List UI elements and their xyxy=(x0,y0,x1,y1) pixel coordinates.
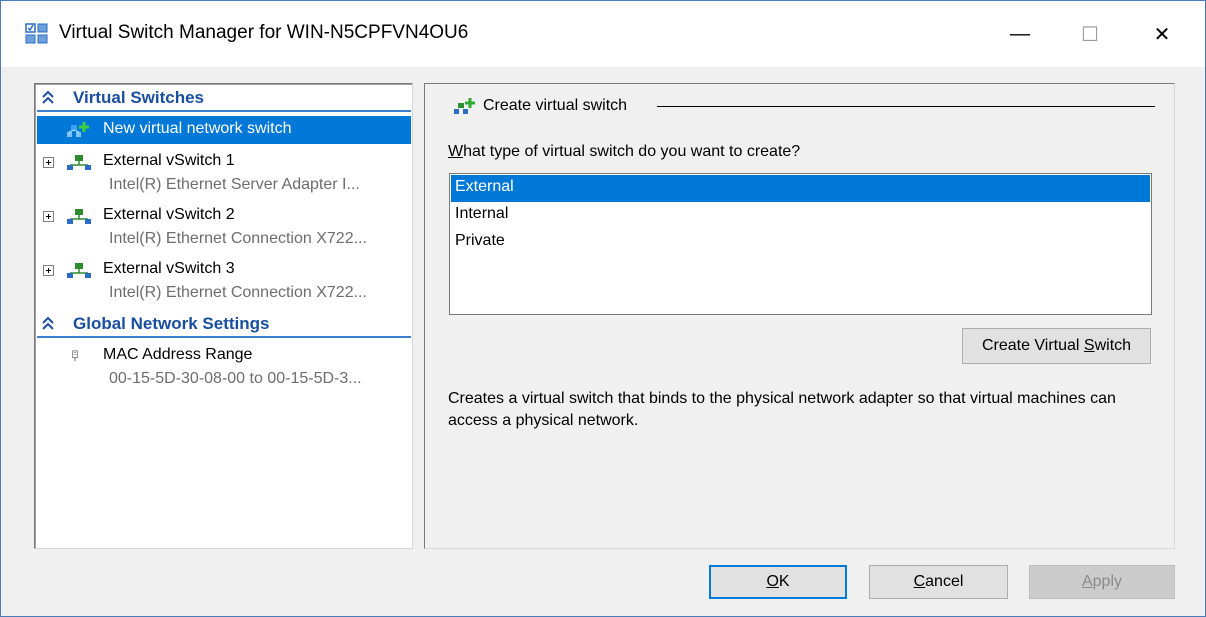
section-label: Global Network Settings xyxy=(73,314,270,333)
virtual-switch-manager-window: Virtual Switch Manager for WIN-N5CPFVN4O… xyxy=(0,0,1206,617)
button-text: K xyxy=(778,573,790,590)
tree-item-subtitle: 00-15-5D-30-08-00 to 00-15-5D-3... xyxy=(37,368,411,392)
mac-address-icon xyxy=(72,350,78,362)
maximize-icon: ☐ xyxy=(1081,23,1099,46)
tree-item-label: MAC Address Range xyxy=(103,346,253,363)
switch-type-description: Creates a virtual switch that binds to t… xyxy=(448,390,1116,429)
access-key: W xyxy=(448,143,464,160)
expand-plus-icon[interactable] xyxy=(43,265,54,276)
button-text: ancel xyxy=(925,573,964,590)
collapse-chevron-icon[interactable] xyxy=(41,314,55,332)
list-item-internal[interactable]: Internal xyxy=(451,202,1150,229)
minimize-icon: — xyxy=(1010,22,1030,45)
tree-item-label: External vSwitch 2 xyxy=(103,206,235,223)
tree-item-subtitle: Intel(R) Ethernet Connection X722... xyxy=(37,282,411,306)
new-switch-icon xyxy=(67,122,89,137)
tree-item-subtitle: Intel(R) Ethernet Connection X722... xyxy=(37,228,411,252)
minimize-button[interactable]: — xyxy=(985,1,1055,67)
adapter-description: Intel(R) Ethernet Connection X722... xyxy=(109,284,367,301)
ok-button[interactable]: OK xyxy=(709,565,847,599)
virtual-switch-manager-icon xyxy=(25,23,48,44)
tree-item-mac-address-range[interactable]: MAC Address Range xyxy=(37,342,411,370)
button-text: Create Virtual xyxy=(981,337,1084,354)
button-text: witch xyxy=(1094,337,1132,354)
adapter-description: Intel(R) Ethernet Server Adapter I... xyxy=(109,176,360,193)
section-header-global-network-settings[interactable]: Global Network Settings xyxy=(37,312,411,338)
expand-plus-icon[interactable] xyxy=(43,211,54,222)
group-divider xyxy=(657,106,1155,107)
tree-item-external-vswitch-2[interactable]: External vSwitch 2 xyxy=(37,202,411,230)
tree-item-label: New virtual network switch xyxy=(103,120,292,137)
tree-item-external-vswitch-1[interactable]: External vSwitch 1 xyxy=(37,148,411,176)
title-bar[interactable]: Virtual Switch Manager for WIN-N5CPFVN4O… xyxy=(1,1,1205,67)
network-switch-icon xyxy=(67,155,91,170)
tree-item-external-vswitch-3[interactable]: External vSwitch 3 xyxy=(37,256,411,284)
expand-plus-icon[interactable] xyxy=(43,157,54,168)
list-item-private[interactable]: Private xyxy=(451,229,1150,256)
new-switch-icon xyxy=(454,98,475,114)
access-key: O xyxy=(766,573,779,590)
tree-item-new-virtual-network-switch[interactable]: New virtual network switch xyxy=(37,116,411,144)
tree-item-subtitle: Intel(R) Ethernet Server Adapter I... xyxy=(37,174,411,198)
network-switch-icon xyxy=(67,263,91,278)
switch-type-question: What type of virtual switch do you want … xyxy=(448,143,800,161)
window-title: Virtual Switch Manager for WIN-N5CPFVN4O… xyxy=(59,22,469,43)
list-item-external[interactable]: External xyxy=(451,175,1150,202)
access-key: C xyxy=(913,573,926,590)
group-title: Create virtual switch xyxy=(483,97,628,114)
access-key: S xyxy=(1083,337,1095,354)
switch-type-listbox[interactable]: External Internal Private xyxy=(449,173,1152,315)
switch-tree-panel[interactable]: Virtual Switches New virtual network swi… xyxy=(34,83,413,549)
adapter-description: Intel(R) Ethernet Connection X722... xyxy=(109,230,367,247)
question-text: hat type of virtual switch do you want t… xyxy=(463,143,801,160)
create-virtual-switch-button[interactable]: Create Virtual Switch xyxy=(962,328,1151,364)
tree-item-label: External vSwitch 3 xyxy=(103,260,235,277)
button-text: pply xyxy=(1092,573,1123,590)
apply-button[interactable]: Apply xyxy=(1029,565,1175,599)
network-switch-icon xyxy=(67,209,91,224)
close-button[interactable]: ✕ xyxy=(1127,1,1197,67)
mac-range-value: 00-15-5D-30-08-00 to 00-15-5D-3... xyxy=(109,370,362,387)
close-icon: ✕ xyxy=(1153,23,1171,46)
section-header-virtual-switches[interactable]: Virtual Switches xyxy=(37,86,411,112)
maximize-button[interactable]: ☐ xyxy=(1055,1,1125,67)
tree-item-label: External vSwitch 1 xyxy=(103,152,235,169)
cancel-button[interactable]: Cancel xyxy=(869,565,1008,599)
access-key: A xyxy=(1081,573,1093,590)
section-label: Virtual Switches xyxy=(73,88,205,107)
collapse-chevron-icon[interactable] xyxy=(41,88,55,106)
